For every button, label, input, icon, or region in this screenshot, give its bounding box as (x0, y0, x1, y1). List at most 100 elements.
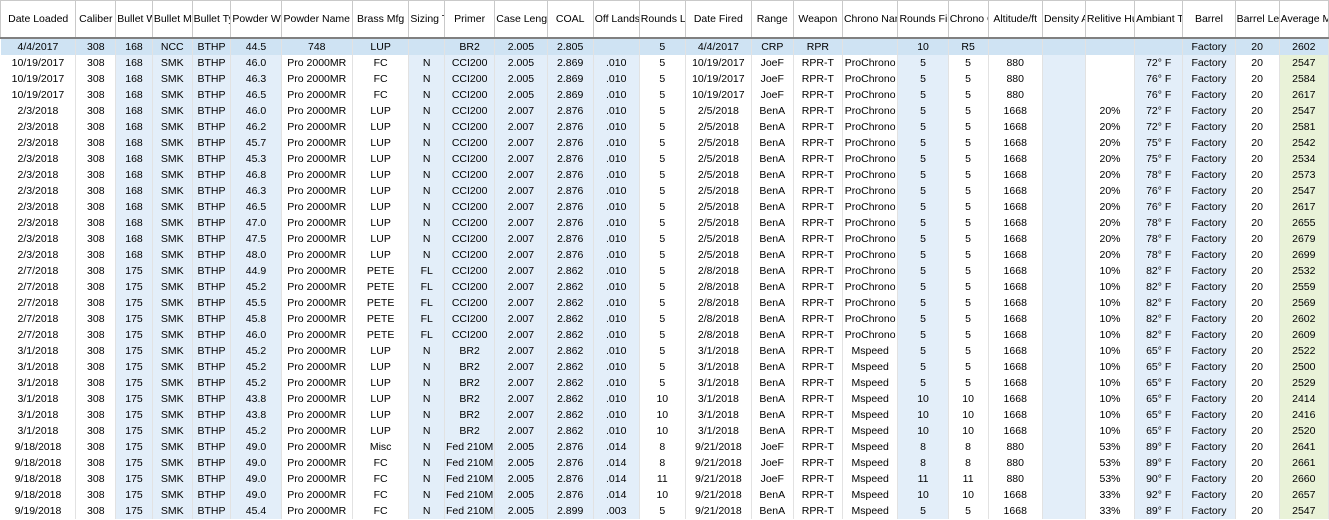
cell-caliber[interactable]: 308 (75, 407, 117, 423)
cell-brass-mfg[interactable]: PETE (352, 295, 410, 311)
cell-weapon[interactable]: RPR-T (793, 263, 843, 279)
cell-sizing-type[interactable]: N (408, 199, 445, 215)
cell-range[interactable]: JoeF (751, 87, 794, 103)
cell-coal[interactable]: 2.876 (547, 487, 594, 503)
cell-case-length[interactable]: 2.007 (494, 311, 548, 327)
cell-ambiant-temp[interactable]: 65° F (1134, 375, 1184, 391)
cell-bullet-type[interactable]: BTHP (192, 311, 232, 327)
cell-relitive-humidity[interactable]: 33% (1085, 503, 1136, 519)
cell-date-fired[interactable]: 9/21/2018 (685, 503, 752, 519)
cell-bullet-mfg[interactable]: SMK (152, 151, 193, 167)
cell-bullet-weight[interactable]: 168 (115, 167, 153, 183)
cell-rounds-loaded[interactable]: 5 (639, 55, 686, 71)
cell-bullet-weight[interactable]: 175 (115, 455, 153, 471)
cell-case-length[interactable]: 2.007 (494, 135, 548, 151)
cell-barrel[interactable]: Factory (1182, 311, 1236, 327)
cell-average-mv[interactable]: 2416 (1279, 407, 1329, 423)
cell-date-fired[interactable]: 2/5/2018 (685, 215, 752, 231)
col-header-chrono-name[interactable]: Chrono Name (841, 0, 899, 39)
cell-date-fired[interactable]: 2/5/2018 (685, 247, 752, 263)
cell-range[interactable]: BenA (751, 375, 794, 391)
cell-powder-weight[interactable]: 46.8 (230, 167, 282, 183)
cell-coal[interactable]: 2.862 (547, 311, 594, 327)
cell-average-mv[interactable]: 2532 (1279, 263, 1329, 279)
cell-caliber[interactable]: 308 (75, 135, 117, 151)
cell-case-length[interactable]: 2.007 (494, 359, 548, 375)
cell-powder-name[interactable]: Pro 2000MR (281, 375, 353, 391)
cell-altitude-ft[interactable]: 880 (988, 87, 1043, 103)
cell-chrono-name[interactable]: ProChrono (842, 87, 899, 103)
cell-caliber[interactable]: 308 (75, 455, 117, 471)
cell-altitude-ft[interactable]: 1668 (988, 247, 1043, 263)
cell-case-length[interactable]: 2.007 (494, 279, 548, 295)
col-header-rounds-fired[interactable]: Rounds Fired (897, 0, 949, 39)
cell-barrel[interactable]: Factory (1182, 71, 1236, 87)
cell-date-loaded[interactable]: 2/3/2018 (0, 215, 77, 231)
cell-altitude-ft[interactable]: 1668 (988, 279, 1043, 295)
cell-powder-name[interactable]: Pro 2000MR (281, 151, 353, 167)
cell-chrono-name[interactable]: ProChrono (842, 103, 899, 119)
cell-primer[interactable]: CCI200 (444, 327, 496, 343)
cell-density-altitude[interactable] (1042, 487, 1086, 503)
cell-powder-name[interactable]: Pro 2000MR (281, 407, 353, 423)
cell-ambiant-temp[interactable]: 75° F (1134, 135, 1184, 151)
cell-case-length[interactable]: 2.005 (494, 439, 548, 455)
col-header-sizing-type[interactable]: Sizing Type (408, 0, 445, 39)
cell-caliber[interactable]: 308 (75, 199, 117, 215)
cell-powder-name[interactable]: Pro 2000MR (281, 167, 353, 183)
cell-powder-name[interactable]: Pro 2000MR (281, 231, 353, 247)
cell-caliber[interactable]: 308 (75, 231, 117, 247)
cell-altitude-ft[interactable]: 880 (988, 471, 1043, 487)
cell-average-mv[interactable]: 2414 (1279, 391, 1329, 407)
cell-brass-mfg[interactable]: LUP (352, 407, 410, 423)
cell-relitive-humidity[interactable]: 53% (1085, 455, 1136, 471)
cell-caliber[interactable]: 308 (75, 295, 117, 311)
cell-range[interactable]: JoeF (751, 439, 794, 455)
cell-weapon[interactable]: RPR-T (793, 439, 843, 455)
cell-date-loaded[interactable]: 2/7/2018 (0, 295, 77, 311)
cell-ambiant-temp[interactable]: 90° F (1134, 471, 1184, 487)
cell-ambiant-temp[interactable]: 65° F (1134, 359, 1184, 375)
cell-powder-weight[interactable]: 45.3 (230, 151, 282, 167)
cell-range[interactable]: BenA (751, 119, 794, 135)
cell-barrel[interactable]: Factory (1182, 487, 1236, 503)
cell-ambiant-temp[interactable]: 78° F (1134, 215, 1184, 231)
cell-altitude-ft[interactable]: 1668 (988, 215, 1043, 231)
cell-brass-mfg[interactable]: LUP (352, 423, 410, 439)
cell-weapon[interactable]: RPR-T (793, 119, 843, 135)
cell-case-length[interactable]: 2.007 (494, 295, 548, 311)
cell-range[interactable]: BenA (751, 263, 794, 279)
cell-bullet-weight[interactable]: 168 (115, 103, 153, 119)
cell-bullet-type[interactable]: BTHP (192, 199, 232, 215)
cell-density-altitude[interactable] (1042, 423, 1086, 439)
cell-rounds-fired[interactable]: 5 (897, 103, 949, 119)
cell-sizing-type[interactable]: N (408, 71, 445, 87)
cell-bullet-weight[interactable]: 175 (115, 423, 153, 439)
cell-case-length[interactable]: 2.007 (494, 119, 548, 135)
cell-barrel-length[interactable]: 20 (1235, 407, 1280, 423)
cell-case-length[interactable]: 2.007 (494, 231, 548, 247)
cell-date-fired[interactable]: 3/1/2018 (685, 343, 752, 359)
cell-off-lands[interactable]: .010 (593, 311, 640, 327)
cell-bullet-weight[interactable]: 168 (115, 55, 153, 71)
cell-bullet-mfg[interactable]: SMK (152, 263, 193, 279)
cell-range[interactable]: BenA (751, 423, 794, 439)
cell-rounds-loaded[interactable]: 5 (639, 183, 686, 199)
cell-coal[interactable]: 2.805 (547, 37, 594, 55)
cell-date-fired[interactable]: 2/5/2018 (685, 183, 752, 199)
cell-date-loaded[interactable]: 2/3/2018 (0, 199, 77, 215)
cell-rounds-fired[interactable]: 5 (897, 359, 949, 375)
cell-chrono-name[interactable]: Mspeed (842, 487, 899, 503)
cell-bullet-mfg[interactable]: SMK (152, 391, 193, 407)
cell-bullet-weight[interactable]: 168 (115, 119, 153, 135)
cell-relitive-humidity[interactable]: 20% (1085, 135, 1136, 151)
cell-powder-name[interactable]: Pro 2000MR (281, 391, 353, 407)
cell-rounds-loaded[interactable]: 5 (639, 215, 686, 231)
cell-sizing-type[interactable]: N (408, 359, 445, 375)
cell-density-altitude[interactable] (1042, 503, 1086, 519)
col-header-coal[interactable]: COAL (546, 0, 594, 39)
cell-chrono-counts[interactable]: 5 (948, 295, 989, 311)
cell-bullet-mfg[interactable]: SMK (152, 71, 193, 87)
cell-average-mv[interactable]: 2641 (1279, 439, 1329, 455)
cell-relitive-humidity[interactable]: 10% (1085, 407, 1136, 423)
